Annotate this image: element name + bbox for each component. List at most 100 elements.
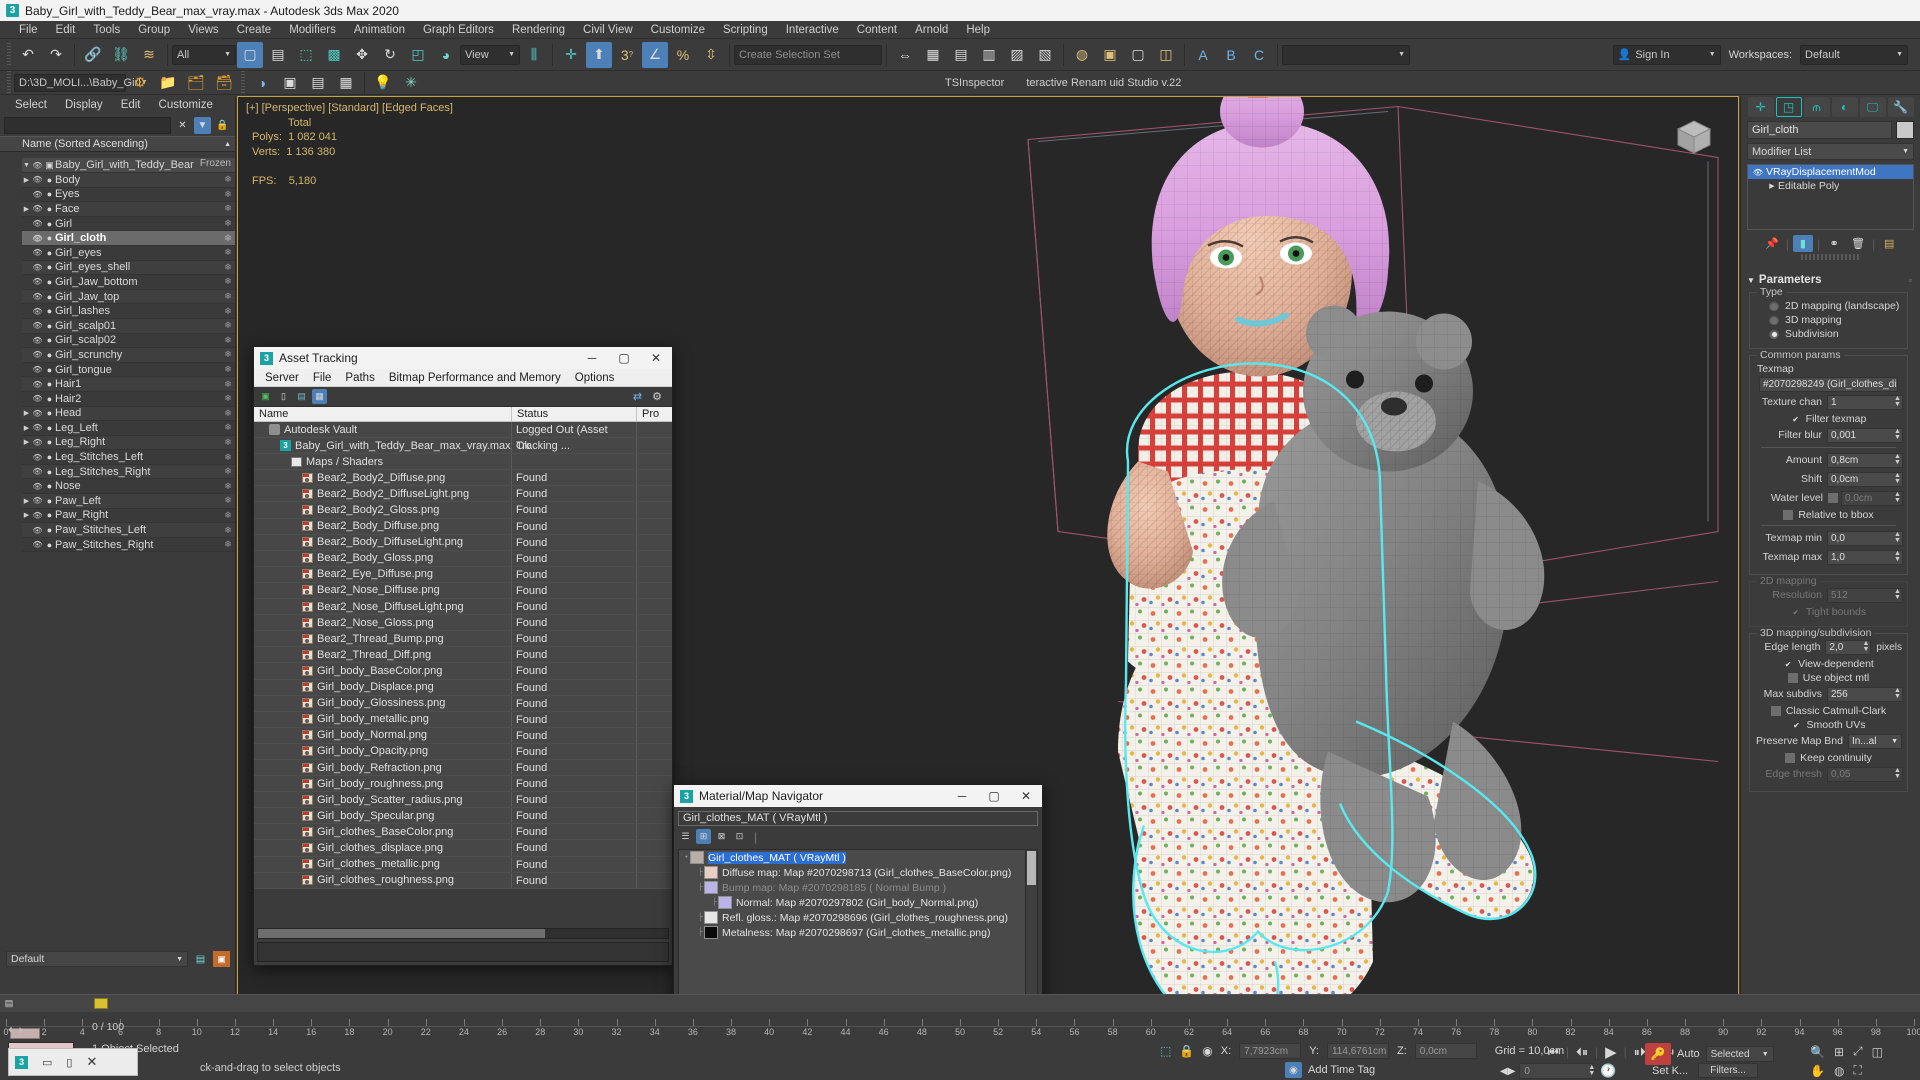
expand-chevron-icon[interactable]: ▶ (22, 409, 31, 417)
use-object-mtl-checkbox[interactable]: Use object mtl (1755, 672, 1902, 684)
material-tree-node[interactable]: ├ Bump map: Map #2070298185 ( Normal Bump… (679, 880, 1037, 895)
table-row[interactable]: Bear2_Body2_Diffuse.png Found (254, 470, 672, 487)
table-row[interactable]: Girl_body_BaseColor.png Found (254, 663, 672, 680)
select-and-place-icon[interactable]: ◕ (433, 42, 459, 68)
asset-table-header[interactable]: Name Status Pro (254, 407, 672, 422)
eye-icon[interactable]: 👁 (31, 540, 44, 549)
spinner-icon[interactable]: ▲ ▼ (1893, 687, 1902, 700)
frozen-cell[interactable]: ❄ (221, 262, 235, 273)
object-dot-icon[interactable]: ● (44, 496, 55, 506)
eye-icon[interactable]: 👁 (31, 190, 44, 199)
use-pivot-center-icon[interactable]: ⫼ (521, 42, 547, 68)
schematic-view-icon[interactable]: ▧ (1032, 42, 1058, 68)
asset-menu-server[interactable]: Server (258, 372, 306, 384)
render-setup-icon[interactable]: ▣ (1097, 42, 1123, 68)
eye-icon[interactable]: 👁 (31, 234, 44, 243)
key-filters-button[interactable]: Filters... (1698, 1063, 1759, 1078)
sidebar-item-leg_left[interactable]: ▶ 👁 ● Leg_Left ❄ (22, 421, 235, 436)
slate-c-icon[interactable]: C (1246, 42, 1272, 68)
object-dot-icon[interactable]: ● (44, 233, 55, 243)
table-row[interactable]: Girl_body_Opacity.png Found (254, 743, 672, 760)
scene-explorer-menubar[interactable]: Select Display Edit Customize (0, 96, 235, 114)
eye-icon[interactable]: 👁 (31, 526, 44, 535)
radio-2d-mapping-landscape[interactable]: 2D mapping (landscape) (1769, 300, 1902, 312)
eye-icon[interactable]: 👁 (31, 350, 44, 359)
list-view-icon[interactable]: ☰ (678, 829, 693, 844)
asset-tracking-window[interactable]: 3 Asset Tracking ─ ▢ ✕ Server File Paths Bi… (253, 346, 673, 966)
object-dot-icon[interactable]: ● (44, 540, 55, 550)
frozen-cell[interactable]: ❄ (221, 218, 235, 229)
zoom-extents-icon[interactable]: ⤢ (1853, 1044, 1863, 1059)
current-frame-field[interactable]: 0 (1519, 1063, 1594, 1079)
layer-color-icon[interactable]: ▣ (213, 951, 230, 967)
table-row[interactable]: Maps / Shaders (254, 454, 672, 471)
sidebar-item-girl[interactable]: 👁 ● Girl ❄ (22, 216, 235, 232)
viewport-navigation-controls[interactable]: 🔍 ⊞ ⤢ ◫ (1810, 1044, 1883, 1059)
view-dependent-checkbox[interactable]: ✔ View-dependent (1755, 658, 1902, 670)
isolate-selection-icon[interactable]: ◉ (1202, 1044, 1212, 1058)
object-dot-icon[interactable]: ● (44, 248, 55, 258)
undo-icon[interactable]: ↶ (15, 42, 41, 68)
shift-row[interactable]: Shift 0,0cm ▲ ▼ (1755, 471, 1903, 487)
scene-converter-icon[interactable]: ◑ (249, 70, 275, 96)
close-icon[interactable]: ✕ (640, 347, 672, 369)
expand-chevron-icon[interactable]: ▶ (22, 511, 31, 519)
previous-key-icon[interactable]: ⏴ (8, 1025, 13, 1036)
object-dot-icon[interactable]: ● (44, 423, 55, 433)
filter-texmap-checkbox[interactable]: ✔ Filter texmap (1755, 413, 1902, 425)
menu-item-views[interactable]: Views (179, 21, 227, 39)
popup-minimize-icon[interactable]: ▭ (42, 1056, 52, 1069)
frozen-cell[interactable]: ❄ (221, 335, 235, 346)
toolbar2-grip[interactable] (7, 70, 11, 95)
eye-icon[interactable]: 👁 (31, 380, 44, 389)
frozen-cell[interactable]: ❄ (221, 495, 235, 506)
table-row[interactable]: Bear2_Thread_Bump.png Found (254, 631, 672, 648)
sidebar-item-girl_lashes[interactable]: 👁 ● Girl_lashes ❄ (22, 304, 235, 319)
sidebar-item-paw_stitches_left[interactable]: 👁 ● Paw_Stitches_Left ❄ (22, 523, 235, 538)
transform-type-in-row[interactable]: ⬚ 🔒 ◉ X: 7,7923cm Y: 114,6761cm Z: 0,0cm… (1160, 1043, 1564, 1059)
named-selection-set-input[interactable]: Create Selection Set (734, 44, 882, 65)
sidebar-item-nose[interactable]: 👁 ● Nose ❄ (22, 479, 235, 495)
eye-icon[interactable]: 👁 (31, 438, 44, 447)
lock-selection-icon[interactable]: 🔒 (1179, 1044, 1194, 1058)
amount-row[interactable]: Amount 0,8cm ▲ ▼ (1755, 452, 1903, 468)
create-tab[interactable]: ✛ (1747, 97, 1774, 117)
command-panel-tabs[interactable]: ✛ ◳ ⫙ ◐ 🖵 🔧 (1741, 96, 1920, 118)
menu-item-arnold[interactable]: Arnold (906, 21, 957, 39)
reference-coordinate-dropdown[interactable]: View ▼ (460, 44, 520, 65)
frozen-cell[interactable]: ❄ (221, 203, 235, 214)
light-lister-icon[interactable]: 💡 (370, 70, 396, 96)
eye-icon[interactable]: 👁 (31, 482, 44, 491)
table-row[interactable]: Bear2_Body2_Gloss.png Found (254, 502, 672, 519)
asset-tracking-titlebar[interactable]: 3 Asset Tracking ─ ▢ ✕ (254, 347, 672, 369)
column-pro[interactable]: Pro (637, 407, 672, 421)
asset-horizontal-scrollbar[interactable] (257, 928, 669, 939)
classic-catmull-clark-checkbox[interactable]: Classic Catmull-Clark (1755, 705, 1902, 717)
eye-icon[interactable]: 👁 (31, 467, 44, 476)
object-dot-icon[interactable]: ● (44, 525, 55, 535)
material-tree-node[interactable]: ├ Normal: Map #2070297802 (Girl_body_Norm… (679, 895, 1037, 910)
select-and-move-icon[interactable]: ✥ (349, 42, 375, 68)
frozen-cell[interactable]: ❄ (221, 174, 235, 185)
texture-channel-field[interactable]: 1 (1827, 394, 1903, 410)
unlink-selection-icon[interactable]: ⛓ (108, 42, 134, 68)
table-row[interactable]: 3 Baby_Girl_with_Teddy_Bear_max_vray.max O… (254, 438, 672, 455)
table-row[interactable]: Bear2_Nose_Gloss.png Found (254, 615, 672, 632)
sidebar-item-girl_cloth[interactable]: 👁 ● Girl_cloth ❄ (22, 231, 235, 246)
frozen-cell[interactable]: ❄ (221, 189, 235, 200)
sidebar-item-head[interactable]: ▶ 👁 ● Head ❄ (22, 406, 235, 422)
select-and-link-icon[interactable]: 🔗 (80, 42, 106, 68)
frozen-cell[interactable]: ❄ (221, 466, 235, 477)
frozen-cell[interactable]: ❄ (221, 510, 235, 521)
object-name-field[interactable]: Girl_cloth (1747, 121, 1892, 139)
eye-icon[interactable]: 👁 (31, 423, 44, 432)
pan-view-icon[interactable]: ✋ (1810, 1064, 1825, 1078)
table-row[interactable]: Girl_body_Refraction.png Found (254, 759, 672, 777)
modifier-editable-poly[interactable]: ▶ Editable Poly (1748, 179, 1913, 193)
sidebar-item-girl_scrunchy[interactable]: 👁 ● Girl_scrunchy ❄ (22, 348, 235, 363)
spinner-icon[interactable]: ▲ ▼ (1587, 1064, 1596, 1077)
max-subdivs-row[interactable]: Max subdivs 256 ▲ ▼ (1755, 686, 1903, 702)
close-icon[interactable]: ✕ (1010, 785, 1042, 807)
frozen-cell[interactable]: ❄ (221, 291, 235, 302)
object-dot-icon[interactable]: ● (44, 335, 55, 345)
